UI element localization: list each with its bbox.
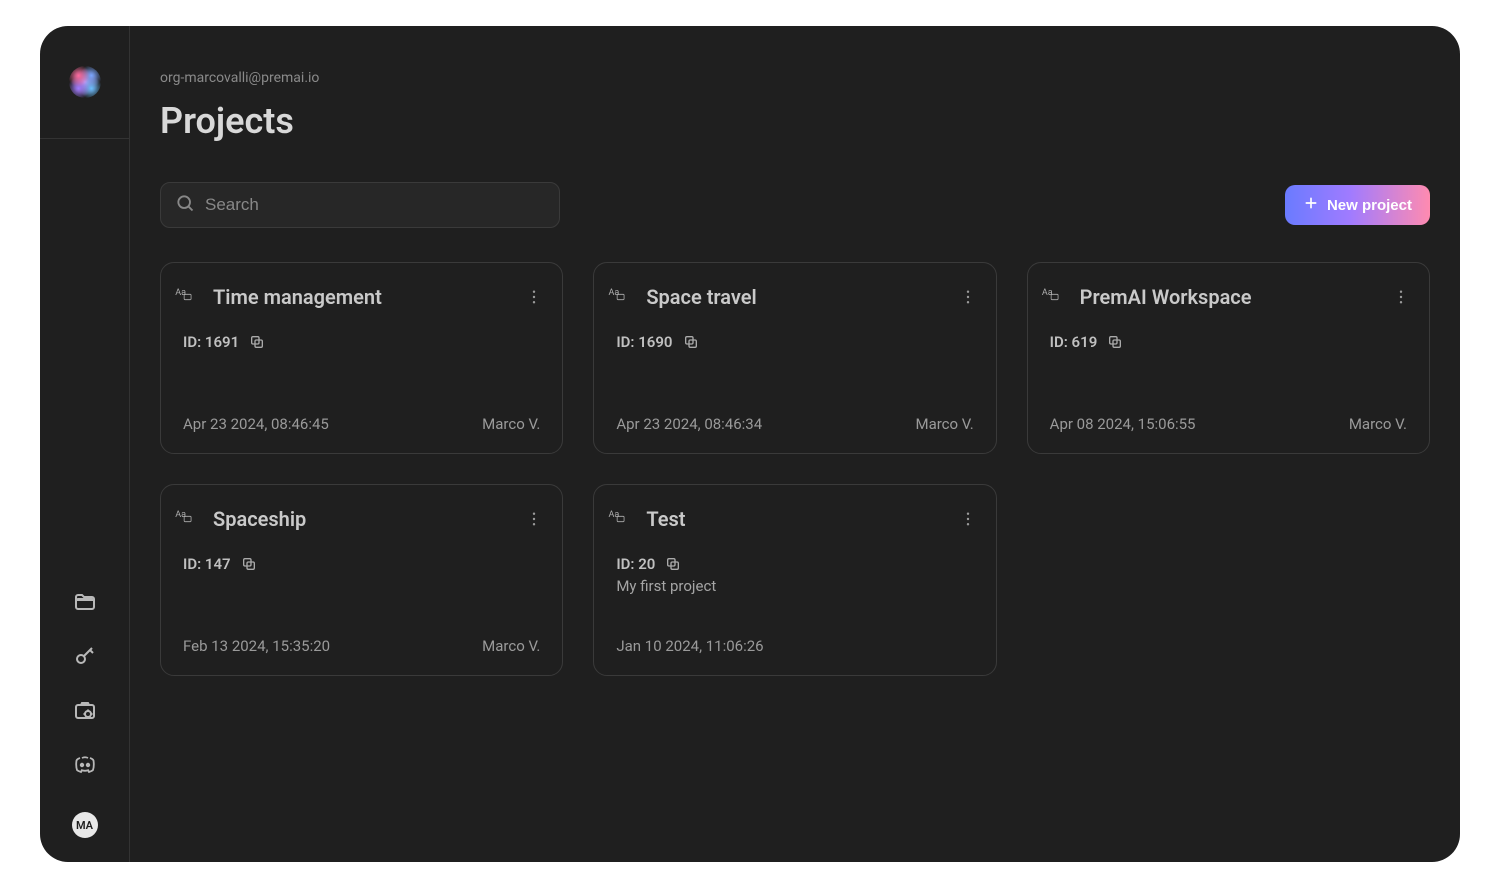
card-menu-button[interactable] <box>524 285 544 309</box>
project-id-row: ID: 1690 <box>616 333 973 351</box>
copy-icon[interactable] <box>683 334 699 350</box>
card-footer: Jan 10 2024, 11:06:26 <box>616 637 973 655</box>
project-description: My first project <box>616 577 973 595</box>
sidebar-divider <box>40 138 129 139</box>
project-date: Apr 23 2024, 08:46:34 <box>616 415 762 433</box>
copy-icon[interactable] <box>241 556 257 572</box>
camera-settings-icon[interactable] <box>73 698 97 722</box>
project-author: Marco V. <box>482 637 540 655</box>
app-frame: MA org-marcovalli@premai.io Projects <box>40 26 1460 862</box>
text-box-icon: Aa <box>1050 287 1070 307</box>
key-icon[interactable] <box>73 644 97 668</box>
project-id-row: ID: 147 <box>183 555 540 573</box>
avatar[interactable]: MA <box>72 812 98 838</box>
card-header: Aa Test <box>616 507 973 531</box>
card-menu-button[interactable] <box>1391 285 1411 309</box>
main-content: org-marcovalli@premai.io Projects New pr… <box>130 26 1460 862</box>
card-header: Aa Time management <box>183 285 540 309</box>
new-project-label: New project <box>1327 197 1412 214</box>
card-header: Aa Space travel <box>616 285 973 309</box>
copy-icon[interactable] <box>665 556 681 572</box>
card-footer: Apr 23 2024, 08:46:34 Marco V. <box>616 415 973 433</box>
project-title: Spaceship <box>213 507 306 531</box>
sidebar: MA <box>40 26 130 862</box>
card-header: Aa PremAI Workspace <box>1050 285 1407 309</box>
copy-icon[interactable] <box>249 334 265 350</box>
search-icon <box>175 193 195 217</box>
project-title: PremAI Workspace <box>1080 285 1252 309</box>
card-footer: Apr 08 2024, 15:06:55 Marco V. <box>1050 415 1407 433</box>
project-author: Marco V. <box>1349 415 1407 433</box>
card-menu-button[interactable] <box>524 507 544 531</box>
card-footer: Feb 13 2024, 15:35:20 Marco V. <box>183 637 540 655</box>
project-date: Feb 13 2024, 15:35:20 <box>183 637 330 655</box>
project-card[interactable]: Aa Space travel ID: 1690 Apr 23 2024, 08:46… <box>593 262 996 454</box>
copy-icon[interactable] <box>1107 334 1123 350</box>
project-id: ID: 147 <box>183 555 231 573</box>
card-header: Aa Spaceship <box>183 507 540 531</box>
project-date: Apr 08 2024, 15:06:55 <box>1050 415 1196 433</box>
project-title: Test <box>646 507 685 531</box>
project-id: ID: 1690 <box>616 333 672 351</box>
discord-icon[interactable] <box>73 752 97 776</box>
breadcrumb: org-marcovalli@premai.io <box>160 70 1430 86</box>
plus-icon <box>1303 195 1319 215</box>
project-title: Time management <box>213 285 382 309</box>
projects-grid: Aa Time management ID: 1691 Apr 23 2024, 08… <box>160 262 1430 676</box>
project-date: Jan 10 2024, 11:06:26 <box>616 637 763 655</box>
card-footer: Apr 23 2024, 08:46:45 Marco V. <box>183 415 540 433</box>
text-box-icon: Aa <box>183 509 203 529</box>
sidebar-nav <box>73 590 97 776</box>
card-menu-button[interactable] <box>958 285 978 309</box>
text-box-icon: Aa <box>183 287 203 307</box>
project-date: Apr 23 2024, 08:46:45 <box>183 415 329 433</box>
card-menu-button[interactable] <box>958 507 978 531</box>
project-id-row: ID: 1691 <box>183 333 540 351</box>
project-id: ID: 20 <box>616 555 655 573</box>
search-input[interactable] <box>205 195 545 215</box>
project-author: Marco V. <box>482 415 540 433</box>
brand-logo[interactable] <box>69 66 101 98</box>
folder-icon[interactable] <box>73 590 97 614</box>
text-box-icon: Aa <box>616 287 636 307</box>
toolbar: New project <box>160 182 1430 228</box>
project-id: ID: 1691 <box>183 333 239 351</box>
project-title: Space travel <box>646 285 756 309</box>
page-title: Projects <box>160 100 1430 142</box>
project-card[interactable]: Aa Time management ID: 1691 Apr 23 2024, 08… <box>160 262 563 454</box>
project-card[interactable]: Aa PremAI Workspace ID: 619 Apr 08 2024, 15… <box>1027 262 1430 454</box>
project-id-row: ID: 20 <box>616 555 973 573</box>
new-project-button[interactable]: New project <box>1285 185 1430 225</box>
text-box-icon: Aa <box>616 509 636 529</box>
project-id-row: ID: 619 <box>1050 333 1407 351</box>
project-card[interactable]: Aa Spaceship ID: 147 Feb 13 2024, 15:35:20 M… <box>160 484 563 676</box>
project-id: ID: 619 <box>1050 333 1098 351</box>
project-card[interactable]: Aa Test ID: 20 My first project Jan 10 2024,… <box>593 484 996 676</box>
search-input-wrapper[interactable] <box>160 182 560 228</box>
project-author: Marco V. <box>915 415 973 433</box>
